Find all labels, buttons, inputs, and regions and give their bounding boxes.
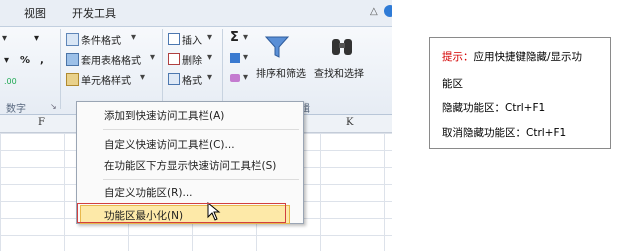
group-separator — [222, 29, 223, 109]
chevron-down-icon[interactable]: ▾ — [34, 33, 39, 44]
clear-icon[interactable] — [230, 74, 240, 82]
table-style-button[interactable]: 套用表格格式 — [81, 52, 141, 67]
format-icon — [168, 73, 180, 85]
column-header[interactable]: F — [38, 117, 45, 128]
comma-button[interactable]: , — [40, 55, 44, 66]
number-format-dropdown[interactable]: ▾ — [2, 33, 7, 44]
chevron-down-icon[interactable]: ▾ — [207, 32, 212, 43]
chevron-down-icon[interactable]: ▾ — [207, 52, 212, 63]
column-header[interactable]: K — [346, 117, 353, 128]
help-icon[interactable] — [384, 5, 392, 17]
menu-item-customize-qat[interactable]: 自定义快速访问工具栏(C)... — [104, 137, 235, 152]
delete-icon — [168, 53, 180, 65]
menu-separator — [103, 179, 299, 180]
insert-icon — [168, 33, 180, 45]
menu-item-add-to-qat[interactable]: 添加到快速访问工具栏(A) — [104, 108, 224, 123]
group-separator — [60, 29, 61, 109]
tip-prefix: 提示： — [442, 51, 474, 63]
ribbon-tab-bar: 视图 开发工具 △ — [0, 0, 392, 27]
chevron-down-icon[interactable]: ▾ — [150, 52, 155, 63]
number-group-label: 数字 — [6, 104, 26, 115]
format-button[interactable]: 格式 — [182, 72, 202, 87]
sort-filter-button[interactable]: 排序和筛选 — [256, 65, 306, 80]
autosum-button[interactable]: Σ — [230, 30, 239, 45]
menu-separator — [103, 129, 299, 130]
chevron-down-icon[interactable]: ▾ — [243, 52, 248, 63]
annotation-highlight-box — [77, 203, 286, 223]
currency-dropdown-icon[interactable]: ▾ — [4, 55, 9, 66]
fill-icon[interactable] — [230, 53, 240, 63]
tip-title-cont: 能区 — [442, 78, 463, 90]
conditional-format-icon — [66, 33, 79, 46]
increase-decimal-icon[interactable]: .00 — [4, 77, 17, 86]
delete-button[interactable]: 删除 — [182, 52, 202, 67]
menu-item-show-qat-below[interactable]: 在功能区下方显示快速访问工具栏(S) — [104, 158, 276, 173]
cell-style-icon — [66, 73, 79, 86]
chevron-down-icon[interactable]: ▾ — [243, 32, 248, 43]
excel-window: 视图 开发工具 △ ▾ ▾ ▾ % , .00 数字 ↘ 条件格式 ▾ 套用表格… — [0, 0, 392, 251]
tip-box: 提示：应用快捷键隐藏/显示功 能区 隐藏功能区：Ctrl+F1 取消隐藏功能区：… — [429, 37, 611, 149]
tip-title: 提示：应用快捷键隐藏/显示功 — [442, 49, 582, 64]
find-select-button[interactable]: 查找和选择 — [314, 65, 364, 80]
chevron-down-icon[interactable]: ▾ — [207, 72, 212, 83]
menu-item-customize-ribbon[interactable]: 自定义功能区(R)... — [104, 185, 193, 200]
percent-button[interactable]: % — [20, 55, 30, 66]
tip-title-text: 应用快捷键隐藏/显示功 — [473, 51, 583, 63]
find-binoculars-icon — [332, 39, 352, 55]
tip-hide-shortcut: 隐藏功能区：Ctrl+F1 — [442, 102, 546, 114]
chevron-down-icon[interactable]: ▾ — [131, 32, 136, 43]
dialog-launcher-icon[interactable]: ↘ — [50, 102, 57, 111]
chevron-down-icon[interactable]: ▾ — [140, 72, 145, 83]
cell-style-button[interactable]: 单元格样式 — [81, 72, 131, 87]
conditional-format-button[interactable]: 条件格式 — [81, 32, 121, 47]
insert-button[interactable]: 插入 — [182, 32, 202, 47]
sort-filter-icon — [264, 36, 290, 58]
ribbon-collapse-icon[interactable]: △ — [370, 6, 378, 17]
table-style-icon — [66, 53, 79, 66]
tab-view[interactable]: 视图 — [24, 5, 46, 21]
tab-developer[interactable]: 开发工具 — [72, 5, 116, 21]
tip-cancel-shortcut: 取消隐藏功能区：Ctrl+F1 — [442, 127, 567, 139]
group-separator — [162, 29, 163, 109]
chevron-down-icon[interactable]: ▾ — [243, 72, 248, 83]
